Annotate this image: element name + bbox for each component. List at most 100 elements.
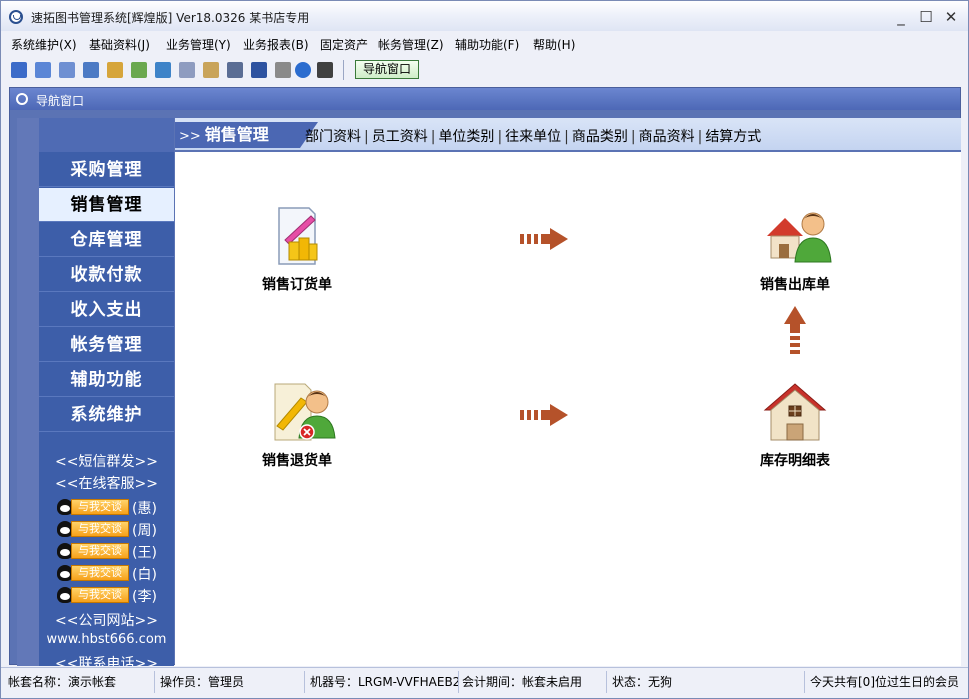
sidebar-item-income-expense[interactable]: 收入支出 — [39, 293, 174, 327]
menu-auxiliary[interactable]: 辅助功能(F) — [455, 36, 519, 53]
users-icon[interactable] — [107, 62, 123, 78]
sales-out-label: 销售出库单 — [760, 277, 830, 293]
app-logo-icon — [9, 10, 23, 24]
section-prefix: >> — [179, 129, 201, 144]
close-button[interactable]: ✕ — [940, 7, 962, 27]
title-bar: 速拓图书管理系统[辉煌版] Ver18.0326 某书店专用 _ ☐ ✕ — [1, 1, 968, 31]
grid-icon[interactable] — [11, 62, 27, 78]
menu-bar: 系统维护(X) 基础资料(J) 业务管理(Y) 业务报表(B) 固定资产 帐务管… — [5, 34, 965, 54]
inventory-node[interactable]: 库存明细表 — [745, 380, 845, 470]
exit-icon[interactable] — [317, 62, 333, 78]
link-unit-categories[interactable]: 单位类别 — [438, 129, 494, 145]
link-partners[interactable]: 往来单位 — [505, 129, 561, 145]
qq-contact-name: (周) — [132, 523, 157, 539]
document-icon[interactable] — [203, 62, 219, 78]
sidebar-item-sales[interactable]: 销售管理 — [39, 188, 174, 222]
person-icon[interactable] — [155, 62, 171, 78]
quick-links: 部门资料 | 员工资料 | 单位类别 | 往来单位 | 商品类别 | 商品资料 | 结算方式 — [305, 126, 761, 146]
help-icon[interactable] — [295, 62, 311, 78]
sales-return-icon — [265, 380, 336, 444]
sales-return-label: 销售退货单 — [262, 453, 332, 469]
online-service-link[interactable]: <<在线客服>> — [39, 473, 174, 493]
sidebar-item-auxiliary[interactable]: 辅助功能 — [39, 363, 174, 397]
header-divider — [175, 150, 961, 152]
status-birthday: 今天共有[0]位过生日的会员 — [810, 675, 959, 689]
sidebar: 采购管理 销售管理 仓库管理 收款付款 收入支出 帐务管理 辅助功能 系统维护 … — [17, 118, 174, 666]
content-header: >> 销售管理 部门资料 | 员工资料 | 单位类别 | 往来单位 | 商品类别 | 商品资料 | 结算方… — [175, 118, 961, 152]
sales-out-icon — [763, 204, 832, 268]
form-icon[interactable] — [35, 62, 51, 78]
link-employees[interactable]: 员工资料 — [372, 129, 428, 145]
qq-chat-badge[interactable]: 与我交谈 — [71, 543, 129, 559]
link-separator: | — [630, 129, 636, 145]
sales-order-icon — [265, 204, 329, 268]
qq-chat-badge[interactable]: 与我交谈 — [71, 587, 129, 603]
status-period: 会计期间：帐套未启用 — [459, 671, 607, 693]
link-separator: | — [430, 129, 436, 145]
nav-window-titlebar: 导航窗口 — [10, 88, 960, 110]
section-title: 销售管理 — [204, 125, 269, 144]
menu-business-management[interactable]: 业务管理(Y) — [166, 36, 231, 53]
link-products[interactable]: 商品资料 — [639, 129, 695, 145]
qq-contact-name: (白) — [132, 567, 157, 583]
app-window: 速拓图书管理系统[辉煌版] Ver18.0326 某书店专用 _ ☐ ✕ 系统维… — [0, 0, 969, 699]
refresh-icon[interactable] — [131, 62, 147, 78]
section-tab: >> 销售管理 — [175, 122, 318, 148]
qq-chat-badge[interactable]: 与我交谈 — [71, 565, 129, 581]
sms-link[interactable]: <<短信群发>> — [39, 451, 174, 471]
link-separator: | — [697, 129, 703, 145]
link-separator: | — [497, 129, 503, 145]
link-settlement-methods[interactable]: 结算方式 — [705, 129, 761, 145]
toolbar-separator — [343, 60, 344, 80]
sidebar-item-system[interactable]: 系统维护 — [39, 398, 174, 432]
print-preview-icon[interactable] — [179, 62, 195, 78]
printer-icon[interactable] — [275, 62, 291, 78]
arrow-right-icon — [520, 228, 568, 250]
link-departments[interactable]: 部门资料 — [305, 129, 361, 145]
sidebar-item-warehouse[interactable]: 仓库管理 — [39, 223, 174, 257]
arrow-right-icon — [520, 404, 568, 426]
nav-window-icon — [16, 93, 28, 105]
card-icon[interactable] — [227, 62, 243, 78]
menu-business-reports[interactable]: 业务报表(B) — [243, 36, 309, 53]
qq-chat-badge[interactable]: 与我交谈 — [71, 521, 129, 537]
inventory-house-icon — [763, 380, 827, 444]
status-operator: 操作员：管理员 — [157, 671, 305, 693]
qq-chat-badge[interactable]: 与我交谈 — [71, 499, 129, 515]
content-panel: >> 销售管理 部门资料 | 员工资料 | 单位类别 | 往来单位 | 商品类别 | 商品资料 | 结算方… — [175, 118, 961, 666]
menu-fixed-assets[interactable]: 固定资产 — [320, 36, 368, 53]
menu-help[interactable]: 帮助(H) — [533, 36, 575, 53]
menu-system-maintenance[interactable]: 系统维护(X) — [11, 36, 77, 53]
sidebar-item-payments[interactable]: 收款付款 — [39, 258, 174, 292]
toolbar: 导航窗口 — [5, 57, 965, 83]
qq-contact-name: (李) — [132, 589, 157, 605]
sales-order-node[interactable]: 销售订货单 — [247, 204, 347, 294]
contact-phone-link[interactable]: <<联系电话>> — [39, 653, 174, 666]
inventory-label: 库存明细表 — [760, 453, 830, 469]
sidebar-item-purchase[interactable]: 采购管理 — [39, 153, 174, 187]
window-title: 速拓图书管理系统[辉煌版] Ver18.0326 某书店专用 — [31, 11, 310, 25]
website-url-link[interactable]: www.hbst666.com — [39, 632, 174, 647]
link-product-categories[interactable]: 商品类别 — [572, 129, 628, 145]
qq-contact-name: (惠) — [132, 501, 157, 517]
nav-window-button[interactable]: 导航窗口 — [355, 60, 419, 79]
arrow-up-icon — [784, 306, 806, 354]
monitor-icon[interactable] — [83, 62, 99, 78]
status-account: 帐套名称：演示帐套 — [5, 671, 155, 693]
menu-basic-data[interactable]: 基础资料(J) — [89, 36, 150, 53]
sales-out-node[interactable]: 销售出库单 — [745, 204, 845, 294]
link-separator: | — [564, 129, 569, 145]
sidebar-stripe — [17, 118, 39, 666]
save-icon[interactable] — [251, 62, 267, 78]
nav-window: 导航窗口 采购管理 销售管理 仓库管理 收款付款 收入支出 帐务管理 辅助功能 … — [9, 87, 961, 666]
minimize-button[interactable]: _ — [890, 7, 912, 27]
sales-return-node[interactable]: 销售退货单 — [247, 380, 347, 470]
company-website-link[interactable]: <<公司网站>> — [39, 610, 174, 630]
link-separator: | — [364, 129, 369, 145]
menu-accounting[interactable]: 帐务管理(Z) — [378, 36, 444, 53]
maximize-button[interactable]: ☐ — [915, 7, 937, 27]
sales-order-label: 销售订货单 — [262, 277, 332, 293]
windows-icon[interactable] — [59, 62, 75, 78]
sidebar-item-accounting[interactable]: 帐务管理 — [39, 328, 174, 362]
status-machine: 机器号：LRGM-VVFHAEB2 — [307, 671, 459, 693]
